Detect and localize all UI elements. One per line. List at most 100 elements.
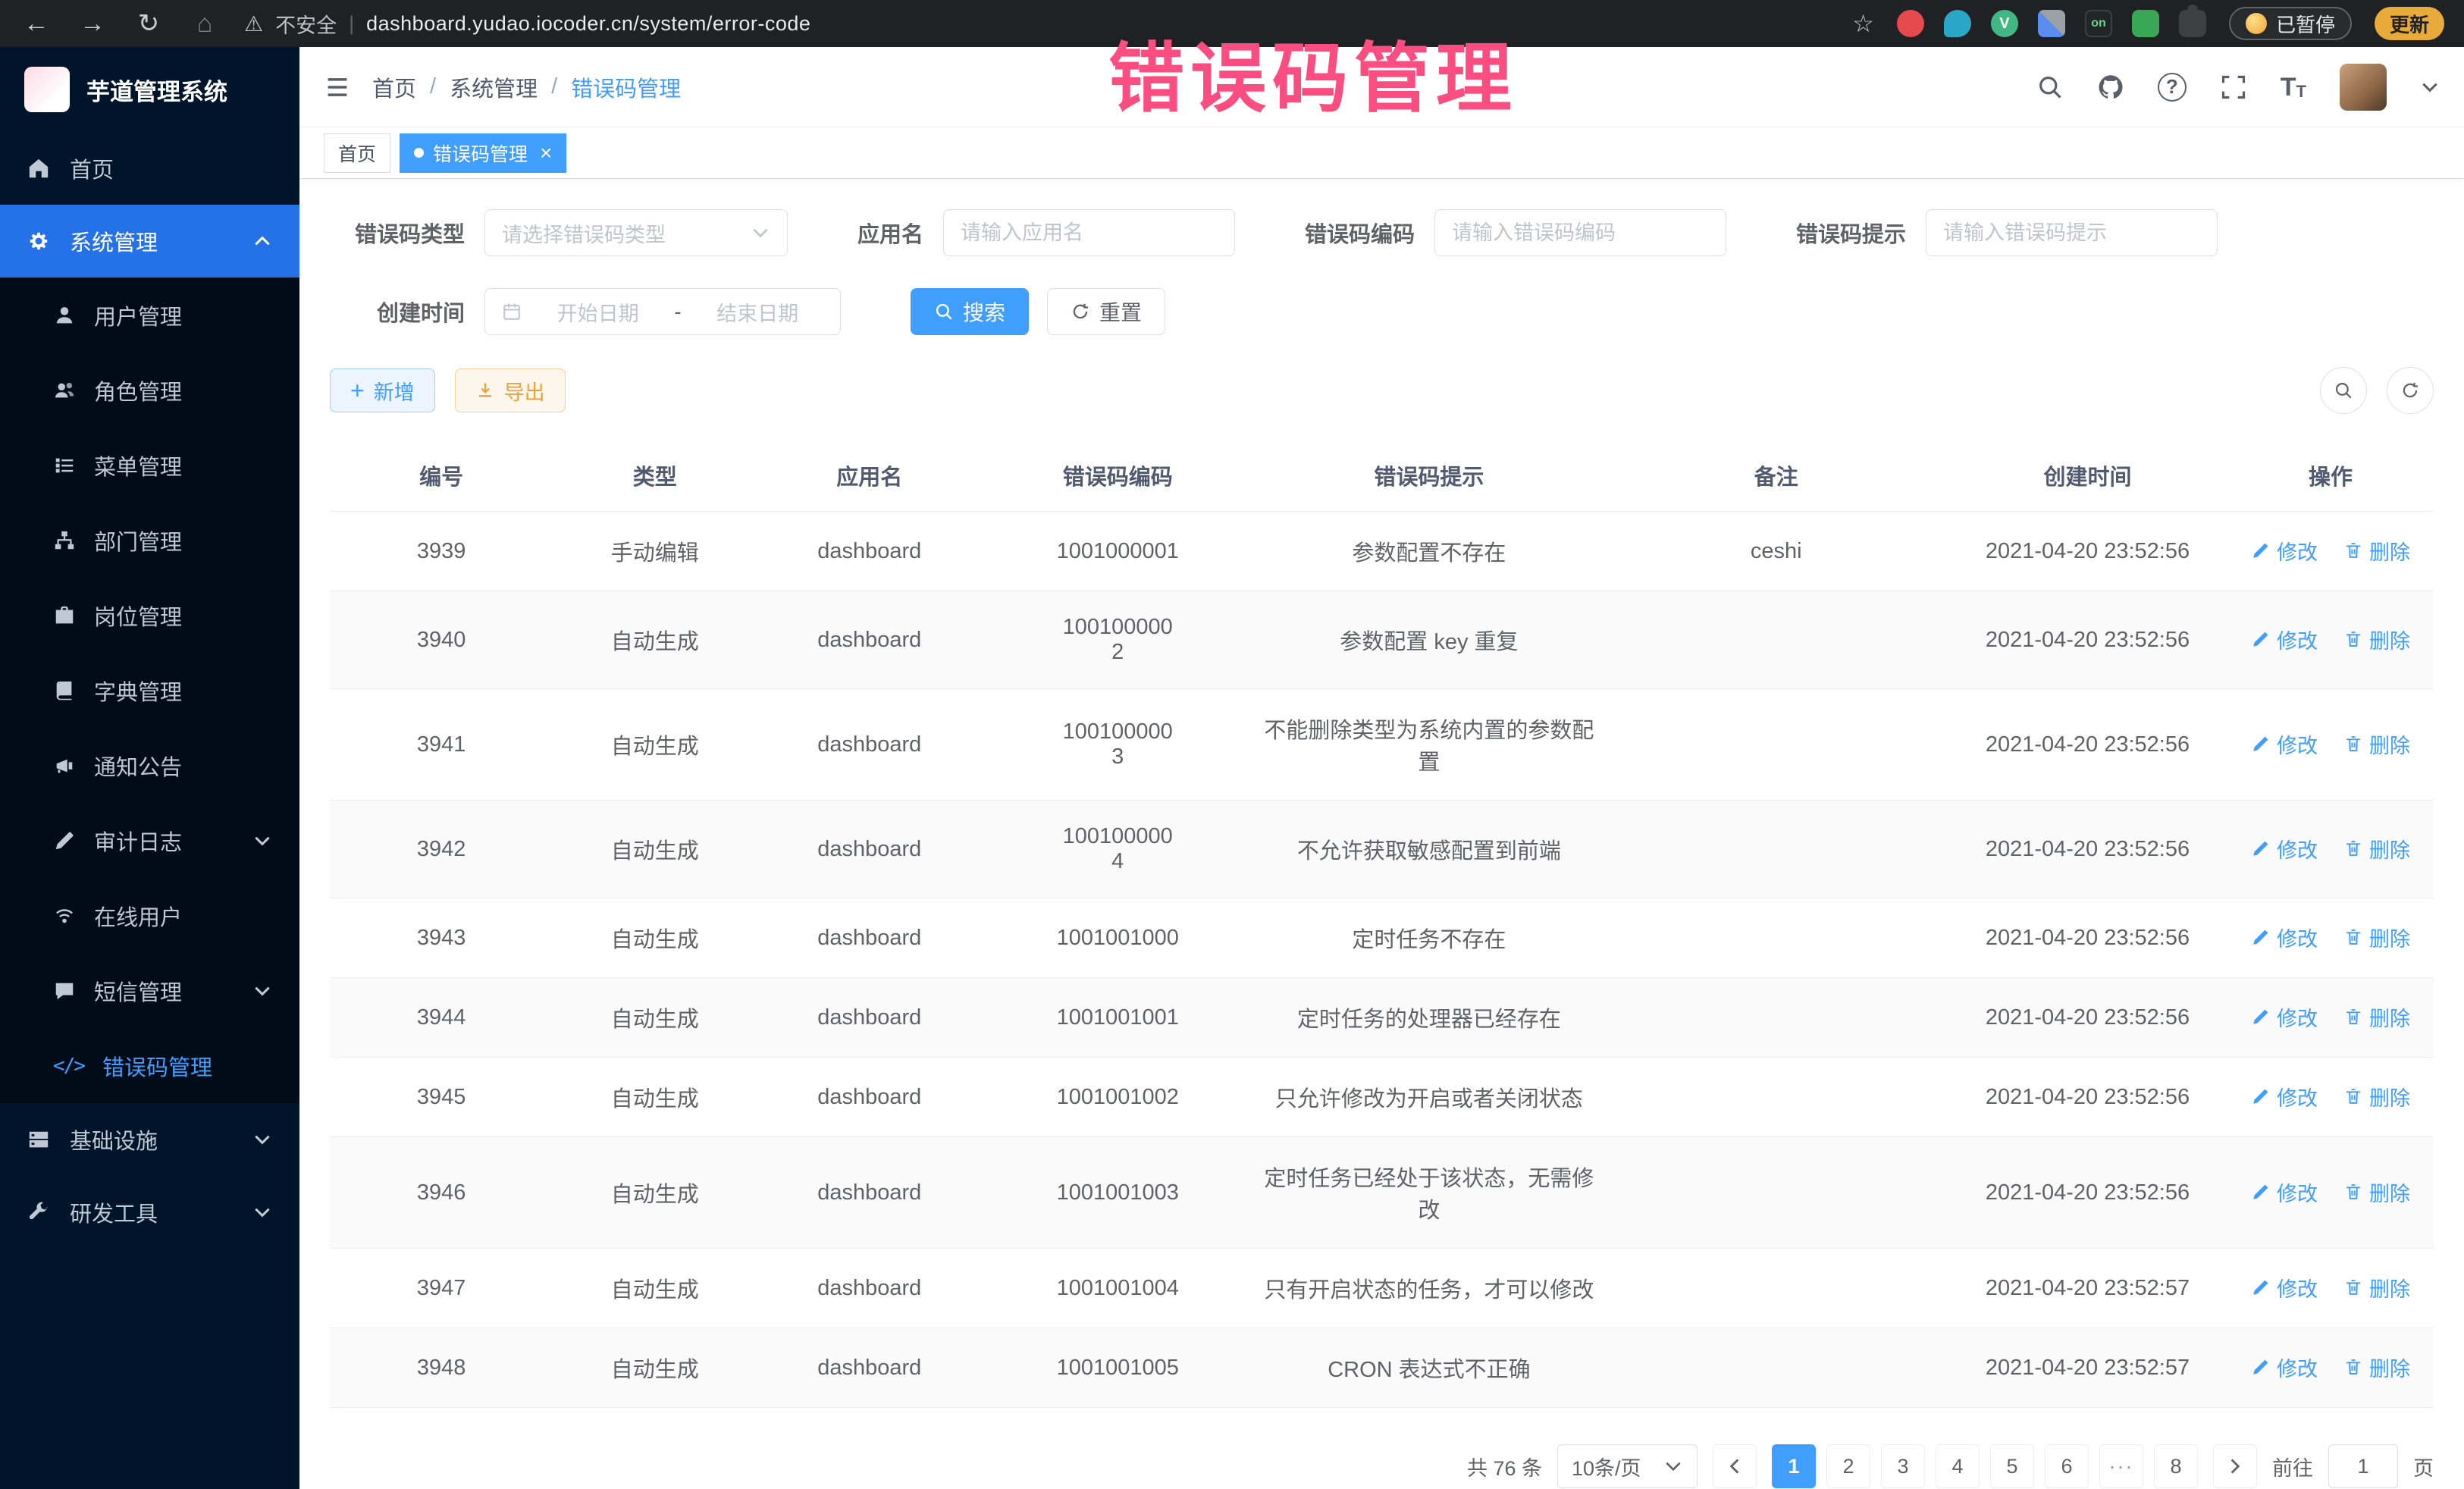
page-number-button[interactable]: 4 [1936,1444,1980,1488]
browser-back-icon[interactable]: ← [20,9,53,39]
sidebar-item-notices[interactable]: 通知公告 [0,728,299,803]
sidebar-item-users[interactable]: 用户管理 [0,277,299,353]
delete-link[interactable]: 删除 [2343,729,2410,759]
sidebar-item-dictionary[interactable]: 字典管理 [0,653,299,728]
app-logo: 芋道管理系统 [0,47,299,132]
delete-link[interactable]: 删除 [2343,834,2410,864]
delete-link[interactable]: 删除 [2343,1273,2410,1302]
sidebar-item-label: 部门管理 [94,525,182,556]
breadcrumb-home[interactable]: 首页 [372,71,416,103]
sidebar-item-positions[interactable]: 岗位管理 [0,578,299,653]
edit-link[interactable]: 修改 [2251,1177,2318,1207]
chevron-down-icon[interactable] [2420,77,2440,97]
error-message-input[interactable] [1943,221,2200,245]
extension-icon-red[interactable] [1897,10,1924,37]
edit-link[interactable]: 修改 [2251,1002,2318,1032]
edit-link[interactable]: 修改 [2251,1273,2318,1302]
cell-type: 自动生成 [553,689,757,801]
pencil-icon [53,829,76,852]
extensions-menu-icon[interactable] [2179,10,2206,37]
sidebar-item-devtools[interactable]: 研发工具 [0,1176,299,1249]
tab-error-code[interactable]: 错误码管理 × [400,133,566,173]
delete-link[interactable]: 删除 [2343,1353,2410,1382]
browser-update-button[interactable]: 更新 [2375,7,2444,40]
github-icon[interactable] [2097,74,2124,101]
error-code-input[interactable] [1452,221,1709,245]
link-label: 删除 [2369,625,2410,654]
date-range-picker[interactable]: 开始日期 - 结束日期 [484,288,841,335]
browser-reload-icon[interactable]: ↻ [132,8,165,39]
refresh-table-button[interactable] [2387,367,2434,414]
profile-paused-pill[interactable]: 已暂停 [2229,7,2352,40]
sidebar-item-system[interactable]: 系统管理 [0,205,299,277]
hamburger-icon[interactable] [324,74,351,101]
next-page-button[interactable] [2213,1444,2257,1488]
extension-icon-green[interactable] [2132,10,2159,37]
delete-link[interactable]: 删除 [2343,1002,2410,1032]
extension-icon-proxy[interactable]: on [2085,10,2112,37]
edit-link[interactable]: 修改 [2251,536,2318,566]
search-icon[interactable] [2036,74,2064,101]
prev-page-button[interactable] [1713,1444,1757,1488]
page-number-button[interactable]: ··· [2099,1444,2143,1488]
edit-link[interactable]: 修改 [2251,729,2318,759]
sidebar-item-roles[interactable]: 角色管理 [0,353,299,428]
delete-link[interactable]: 删除 [2343,923,2410,952]
edit-link[interactable]: 修改 [2251,1082,2318,1111]
toggle-search-button[interactable] [2320,367,2367,414]
page-number-button[interactable]: 8 [2154,1444,2198,1488]
sidebar-item-sms[interactable]: 短信管理 [0,953,299,1028]
edit-link[interactable]: 修改 [2251,1353,2318,1382]
chevron-right-icon [2225,1456,2245,1476]
cell-app: dashboard [757,1328,982,1408]
edit-link[interactable]: 修改 [2251,923,2318,952]
cell-remark [1605,1249,1948,1328]
cell-actions: 修改 删除 [2227,1137,2434,1249]
page-number-button[interactable]: 1 [1772,1444,1816,1488]
sidebar-item-online-users[interactable]: 在线用户 [0,878,299,953]
sidebar-item-audit-log[interactable]: 审计日志 [0,803,299,878]
user-avatar[interactable] [2340,64,2387,111]
sidebar-item-infrastructure[interactable]: 基础设施 [0,1103,299,1176]
reset-button[interactable]: 重置 [1047,288,1165,335]
delete-link[interactable]: 删除 [2343,1082,2410,1111]
close-icon[interactable]: × [540,143,552,164]
vue-devtools-icon[interactable]: V [1991,10,2018,37]
cell-message: 定时任务的处理器已经存在 [1253,978,1604,1058]
page-number-button[interactable]: 3 [1881,1444,1925,1488]
sidebar-item-departments[interactable]: 部门管理 [0,503,299,578]
table-row: 3943 自动生成 dashboard 1001001000 定时任务不存在 2… [330,898,2434,978]
font-size-icon[interactable]: TT [2281,74,2306,100]
delete-link[interactable]: 删除 [2343,1177,2410,1207]
search-button[interactable]: 搜索 [911,288,1029,335]
help-icon[interactable]: ? [2158,73,2187,102]
export-button[interactable]: 导出 [455,368,566,412]
page-size-select[interactable]: 10条/页 [1557,1444,1698,1488]
extension-icon-drop[interactable] [1944,10,1971,37]
cell-remark: ceshi [1605,512,1948,591]
browser-forward-icon[interactable]: → [76,9,109,39]
page-number-button[interactable]: 5 [1990,1444,2034,1488]
edit-link[interactable]: 修改 [2251,834,2318,864]
cell-app: dashboard [757,512,982,591]
goto-page-input[interactable] [2328,1444,2398,1488]
extension-icon-grid[interactable] [2038,10,2065,37]
delete-link[interactable]: 删除 [2343,536,2410,566]
app-name-input[interactable] [961,221,1218,245]
breadcrumb-system[interactable]: 系统管理 [450,71,538,103]
browser-home-icon[interactable]: ⌂ [188,9,221,39]
sidebar-item-menus[interactable]: 菜单管理 [0,428,299,503]
page-number-button[interactable]: 6 [2045,1444,2089,1488]
bookmark-star-icon[interactable]: ☆ [1852,9,1874,38]
sidebar-item-error-code[interactable]: </> 错误码管理 [0,1028,299,1103]
delete-link[interactable]: 删除 [2343,625,2410,654]
error-type-select[interactable]: 请选择错误码类型 [484,209,788,256]
edit-link[interactable]: 修改 [2251,625,2318,654]
add-button[interactable]: + 新增 [330,368,435,412]
sidebar-item-home[interactable]: 首页 [0,132,299,205]
sidebar: 芋道管理系统 首页 系统管理 用户管理 角色管理 菜单管理 [0,47,299,1489]
page-number-button[interactable]: 2 [1826,1444,1870,1488]
address-bar[interactable]: ⚠ 不安全 | dashboard.yudao.iocoder.cn/syste… [244,9,1829,39]
tab-home[interactable]: 首页 [324,133,390,173]
fullscreen-icon[interactable] [2220,74,2247,101]
